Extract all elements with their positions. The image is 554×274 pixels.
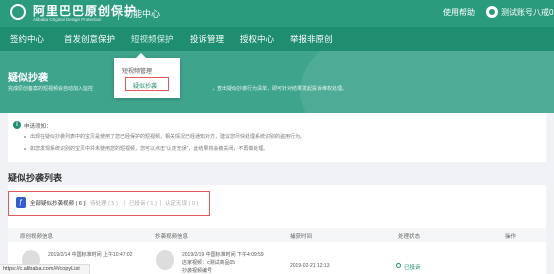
tab-divider (124, 200, 125, 206)
banner-decoration (300, 51, 554, 113)
nav-item-short-video-protection[interactable]: 短视频保护 (131, 33, 174, 45)
copy-video-thumbnail[interactable] (156, 250, 174, 270)
tab-pending[interactable]: 待处理 ( 5 ) (90, 199, 118, 207)
nav-item-complaint-management[interactable]: 投诉管理 (190, 33, 224, 45)
tab-divider (85, 200, 86, 206)
copy-video-date: 2019/2/19 中国标准时间 下午4:09:59 (182, 252, 264, 258)
info-icon: i (13, 121, 21, 129)
menu-item-short-video-management[interactable]: 短视频管理 (122, 66, 152, 75)
notice-line: 出现在疑似抄袭列表中的宝贝是使用了您已经保护的短视频，相关情况已经通知对方，建议… (30, 134, 306, 140)
account-name[interactable]: 测试账号八戒02 (501, 7, 554, 18)
logo-icon[interactable] (10, 4, 26, 20)
copy-video-ref: 抄袭视频编号 (182, 268, 213, 274)
page-banner (0, 51, 554, 113)
notice-title: 申请须知： (24, 124, 52, 130)
bullet-icon (24, 136, 26, 138)
banner-description-continued: ，查出疑似抄袭行为清单，即可针对结果发起投诉维权处理。 (212, 86, 348, 92)
highlight-box (125, 77, 169, 91)
status-badge: 已投诉 (404, 265, 421, 271)
list-title: 疑似抄袭列表 (8, 173, 63, 183)
status-icon (396, 263, 401, 268)
function-center-link[interactable]: 功能中心 (124, 7, 160, 20)
nav-item-first-release-protection[interactable]: 首发创意保护 (64, 33, 115, 45)
nav-item-report-non-original[interactable]: 举报非原创 (290, 33, 333, 45)
capture-time: 2019-02-21 12:13 (290, 263, 330, 269)
column-header: 处理状态 (398, 234, 421, 240)
table-header (8, 228, 546, 242)
logo-subtitle: Alibaba Original Design Protection (33, 17, 102, 22)
column-header: 原创视频信息 (20, 234, 54, 240)
nav-item-signing-center[interactable]: 签约中心 (10, 33, 44, 45)
bullet-icon (24, 148, 26, 150)
nav-item-authorization-center[interactable]: 授权中心 (240, 33, 274, 45)
header-divider (118, 8, 119, 20)
avatar[interactable] (486, 6, 498, 18)
column-header: 操作 (505, 234, 517, 240)
status-url: https://c.alibaba.com/#/copyList (0, 264, 90, 274)
video-list-icon: ƒ (16, 197, 26, 208)
notice-line: 如您发现系统识别的宝贝中并未使用您的短视频，您可以点击“认定无误”，此结果将会被… (30, 146, 269, 152)
banner-description: 完成原创备案的短视频会自动加入监控 (8, 86, 94, 92)
column-header: 捕获时间 (290, 234, 313, 240)
column-header: 抄袭视频信息 (155, 234, 189, 240)
tab-confirmed-no-issue[interactable]: 认定无误 ( 0 ) (165, 199, 198, 207)
tab-all[interactable]: 全部疑似抄袭视频 ( 6 ) (30, 199, 85, 207)
help-link[interactable]: 使用帮助 (443, 7, 475, 18)
tab-reported[interactable]: 已投诉 ( 1 ) (129, 199, 157, 207)
page-title: 疑似抄袭 (8, 73, 48, 84)
copy-video-store: 店家视频：c测试商品05 (182, 260, 236, 266)
original-video-date: 2019/2/14 中国标准时间 上午10:47:02 (48, 252, 133, 258)
tab-divider (160, 200, 161, 206)
